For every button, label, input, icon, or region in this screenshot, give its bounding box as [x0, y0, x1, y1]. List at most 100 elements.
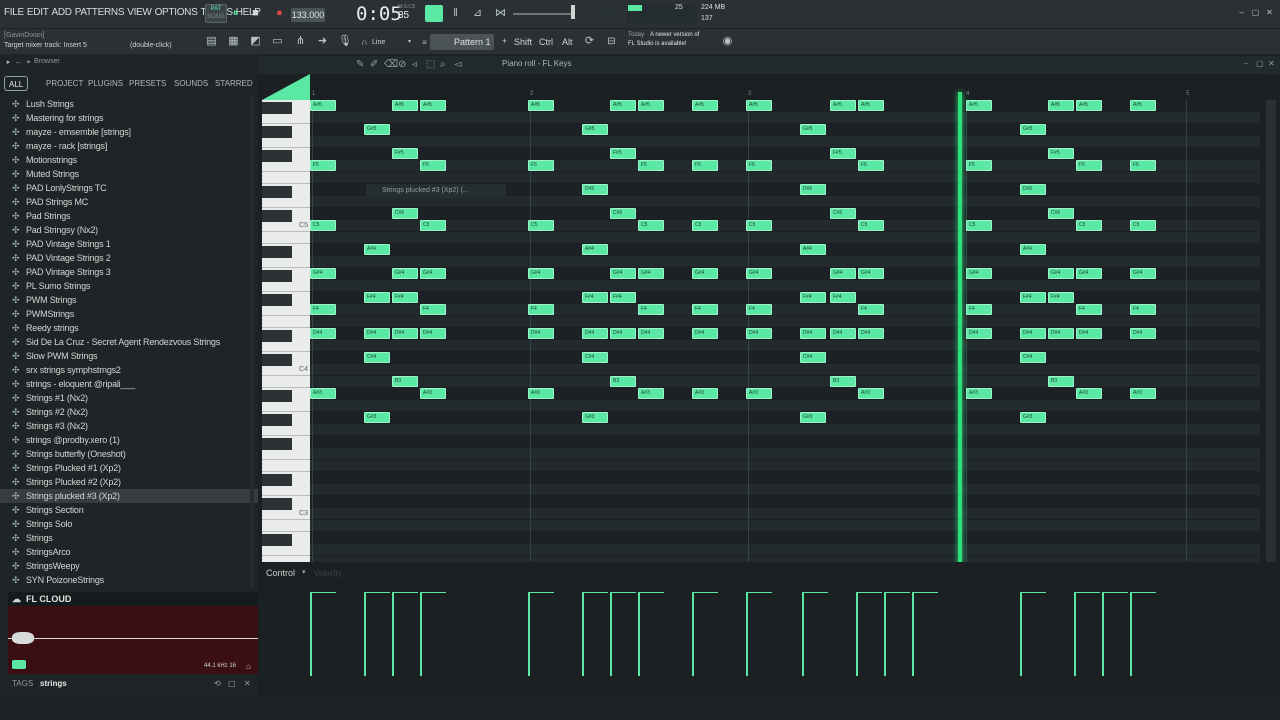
note[interactable]: A#5: [746, 100, 772, 111]
note[interactable]: F#4: [830, 292, 856, 303]
note[interactable]: A#3: [1130, 388, 1156, 399]
note[interactable]: F#4: [582, 292, 608, 303]
preview-options-icon[interactable]: ⌂: [242, 660, 255, 673]
magnet-icon[interactable]: ∩: [358, 36, 371, 49]
event-editor[interactable]: Control ▾ Velocity: [258, 562, 1280, 696]
browser-item[interactable]: ✣ Strings: [0, 531, 258, 545]
velocity-bar[interactable]: [582, 592, 584, 676]
delete-icon[interactable]: ⌫: [384, 59, 398, 70]
browser-item[interactable]: ✣ Slow PWM Strings: [0, 349, 258, 363]
step-edit-button[interactable]: [425, 5, 443, 22]
browser-item[interactable]: ✣ PAD Strings MC: [0, 195, 258, 209]
browser-item[interactable]: ✣ SYN PoizoneStrings: [0, 573, 258, 587]
note[interactable]: F4: [966, 304, 992, 315]
mute-icon[interactable]: ⊘: [398, 59, 406, 70]
black-key[interactable]: [262, 438, 292, 450]
alt-key[interactable]: Alt: [562, 37, 573, 47]
note[interactable]: G#4: [392, 268, 418, 279]
browser-item[interactable]: ✣ Strings #2 (Nx2): [0, 405, 258, 419]
velocity-bar[interactable]: [638, 592, 640, 676]
note[interactable]: F#4: [392, 292, 418, 303]
note[interactable]: D#5: [1020, 184, 1046, 195]
snap-dropdown-icon[interactable]: ▾: [403, 36, 416, 49]
restore-icon[interactable]: ▢: [1249, 6, 1262, 19]
browser-item[interactable]: ✣ StringsWeepy: [0, 559, 258, 573]
note[interactable]: D#4: [528, 328, 554, 339]
browser-item[interactable]: ✣ mayze - rack [strings]: [0, 139, 258, 153]
white-key[interactable]: [262, 460, 310, 472]
master-pitch-slider[interactable]: [513, 13, 573, 15]
note[interactable]: D#4: [1130, 328, 1156, 339]
velocity-bar[interactable]: [1020, 592, 1022, 676]
note[interactable]: F4: [1130, 304, 1156, 315]
note[interactable]: C#5: [830, 208, 856, 219]
note[interactable]: A#3: [966, 388, 992, 399]
note[interactable]: A#5: [420, 100, 446, 111]
velocity-bar[interactable]: [856, 592, 858, 676]
note[interactable]: C#4: [582, 352, 608, 363]
black-key[interactable]: [262, 414, 292, 426]
pause-icon[interactable]: ⏸: [229, 7, 242, 20]
note[interactable]: G#5: [800, 124, 826, 135]
note[interactable]: G#4: [1076, 268, 1102, 279]
browser-item[interactable]: ✣ Strings #3 (Nx2): [0, 419, 258, 433]
note[interactable]: A#5: [392, 100, 418, 111]
note[interactable]: G#4: [692, 268, 718, 279]
note[interactable]: A#5: [638, 100, 664, 111]
black-key[interactable]: [262, 126, 292, 138]
note[interactable]: A#4: [364, 244, 390, 255]
note[interactable]: D#5: [582, 184, 608, 195]
pencil-icon[interactable]: ✎: [356, 59, 364, 70]
note[interactable]: G#4: [966, 268, 992, 279]
note[interactable]: A#5: [1130, 100, 1156, 111]
browser-tab-plugins[interactable]: PLUGINS: [84, 76, 127, 91]
velocity-bar[interactable]: [310, 592, 312, 676]
white-key[interactable]: [262, 376, 310, 388]
velocity-bar[interactable]: [420, 592, 422, 676]
note[interactable]: D#4: [364, 328, 390, 339]
note[interactable]: A#3: [310, 388, 336, 399]
time-ruler[interactable]: 1 2 3 4 5: [310, 91, 1260, 100]
note[interactable]: C5: [528, 220, 554, 231]
browser-item[interactable]: ✣ srx strings symphstrngs2: [0, 363, 258, 377]
tags-close-icon[interactable]: ✕: [244, 676, 251, 692]
note[interactable]: D#4: [582, 328, 608, 339]
black-key[interactable]: [262, 390, 292, 402]
note[interactable]: F4: [420, 304, 446, 315]
black-key[interactable]: [262, 534, 292, 546]
browser-item[interactable]: ✣ Lush Strings: [0, 97, 258, 111]
pr-minimize-icon[interactable]: –: [1244, 59, 1248, 68]
browser-item[interactable]: ✣ Sid De La Cruz - Secret Agent Rendezvou…: [0, 335, 258, 349]
note[interactable]: G#3: [1020, 412, 1046, 423]
browser-scrollbar[interactable]: [250, 97, 254, 587]
velocity-bar[interactable]: [692, 592, 694, 676]
note[interactable]: C5: [1076, 220, 1102, 231]
note[interactable]: C#4: [1020, 352, 1046, 363]
browser-item[interactable]: ✣ Muted Strings: [0, 167, 258, 181]
browser-tab-starred[interactable]: STARRED: [211, 76, 257, 91]
record-icon[interactable]: ●: [273, 7, 286, 20]
playlist-icon[interactable]: ▭: [271, 35, 284, 48]
fl-cloud-header[interactable]: ☁ FL CLOUD: [8, 592, 258, 606]
note[interactable]: F5: [1076, 160, 1102, 171]
brush-icon[interactable]: ✐: [370, 59, 378, 70]
note[interactable]: D#4: [638, 328, 664, 339]
browser-item[interactable]: ✣ Strings Plucked #2 (Xp2): [0, 475, 258, 489]
browser-item[interactable]: ✣ Strings Section: [0, 503, 258, 517]
black-key[interactable]: [262, 186, 292, 198]
browser-item[interactable]: ✣ PL Sumo Strings: [0, 279, 258, 293]
ctrl-key[interactable]: Ctrl: [539, 37, 553, 47]
velocity-bar[interactable]: [912, 592, 914, 676]
note[interactable]: D#4: [830, 328, 856, 339]
note-grid[interactable]: A#5 A#5 A#5 A#5 A#5 A#5 A#5 A#5 A#5 A#5 A#5 A#5 A#5 A…: [310, 100, 1260, 562]
minimize-icon[interactable]: –: [1235, 6, 1248, 19]
pattern-song-toggle[interactable]: PAT SONG: [205, 4, 227, 23]
black-key[interactable]: [262, 498, 292, 510]
pr-close-icon[interactable]: ✕: [1268, 59, 1275, 68]
note[interactable]: A#3: [746, 388, 772, 399]
control-selector[interactable]: Control: [266, 568, 295, 578]
note[interactable]: F4: [1076, 304, 1102, 315]
note[interactable]: A#5: [610, 100, 636, 111]
note[interactable]: C#5: [1048, 208, 1074, 219]
tags-new-icon[interactable]: ▢: [228, 676, 236, 692]
